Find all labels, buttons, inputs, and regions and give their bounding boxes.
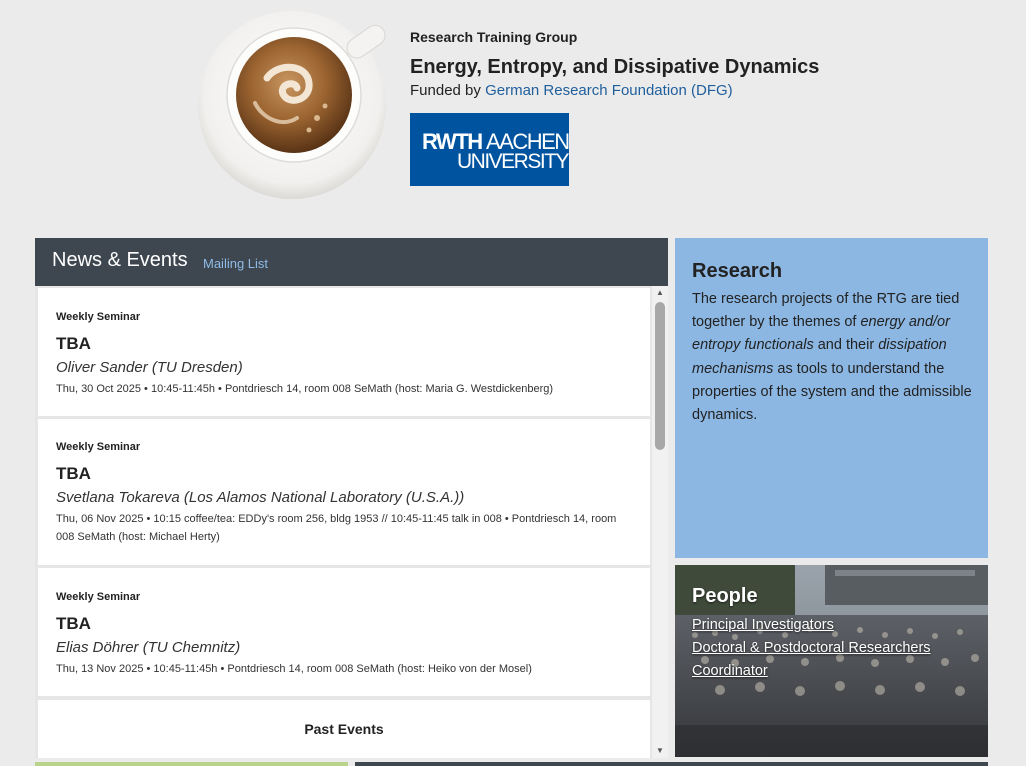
people-panel[interactable]: People Principal Investigators Doctoral … — [675, 565, 988, 757]
rwth-logo-graphic: RWTH AACHEN UNIVERSITY — [422, 129, 569, 173]
principal-investigators-link[interactable]: Principal Investigators — [692, 617, 834, 633]
svg-text:UNIVERSITY: UNIVERSITY — [457, 150, 569, 173]
mailing-list-link[interactable]: Mailing List — [203, 256, 268, 271]
event-item[interactable]: Weekly Seminar TBA Svetlana Tokareva (Lo… — [38, 419, 650, 565]
research-text-part: and their — [813, 337, 879, 354]
dfg-link[interactable]: German Research Foundation (DFG) — [485, 82, 733, 99]
site-title[interactable]: Energy, Entropy, and Dissipative Dynamic… — [410, 55, 819, 79]
news-header: News & Events Mailing List — [35, 238, 668, 286]
site-header: Research Training Group Energy, Entropy,… — [410, 28, 819, 100]
event-type: Weekly Seminar — [56, 441, 141, 453]
event-speaker: Elias Döhrer (TU Chemnitz) — [56, 639, 241, 656]
research-title[interactable]: Research — [692, 260, 782, 283]
scroll-down-arrow-icon[interactable]: ▼ — [652, 744, 668, 758]
coffee-cup-logo[interactable] — [197, 8, 390, 200]
event-details: Thu, 30 Oct 2025 • 10:45-11:45h • Pontdr… — [56, 383, 554, 395]
past-events-label: Past Events — [304, 721, 384, 737]
news-scrollbar[interactable]: ▲ ▼ — [652, 286, 668, 758]
bottom-panel-green — [35, 762, 348, 766]
event-item[interactable]: Weekly Seminar TBA Elias Döhrer (TU Chem… — [38, 568, 650, 696]
rwth-logo[interactable]: RWTH AACHEN UNIVERSITY — [410, 113, 569, 186]
event-item[interactable]: Weekly Seminar TBA Oliver Sander (TU Dre… — [38, 288, 650, 416]
coordinator-link[interactable]: Coordinator — [692, 663, 768, 679]
researchers-link[interactable]: Doctoral & Postdoctoral Researchers — [692, 640, 931, 656]
group-label: Research Training Group — [410, 29, 578, 45]
people-title[interactable]: People — [692, 585, 758, 608]
event-type: Weekly Seminar — [56, 591, 141, 603]
research-description: The research projects of the RTG are tie… — [692, 288, 975, 427]
event-details: Thu, 06 Nov 2025 • 10:15 coffee/tea: EDD… — [56, 513, 617, 543]
event-details: Thu, 13 Nov 2025 • 10:45-11:45h • Pontdr… — [56, 663, 532, 675]
news-list[interactable]: Weekly Seminar TBA Oliver Sander (TU Dre… — [35, 286, 668, 758]
event-speaker: Svetlana Tokareva (Los Alamos National L… — [56, 489, 465, 506]
event-speaker: Oliver Sander (TU Dresden) — [56, 359, 243, 376]
bottom-panel-dark — [355, 762, 988, 766]
event-type: Weekly Seminar — [56, 311, 141, 323]
research-panel[interactable]: Research The research projects of the RT… — [675, 238, 988, 558]
funded-prefix: Funded by — [410, 82, 481, 99]
event-title[interactable]: TBA — [56, 464, 91, 484]
past-events-link[interactable]: Past Events — [38, 700, 650, 758]
scroll-thumb[interactable] — [655, 302, 665, 450]
event-title[interactable]: TBA — [56, 614, 91, 634]
event-title[interactable]: TBA — [56, 334, 91, 354]
scroll-up-arrow-icon[interactable]: ▲ — [652, 286, 668, 300]
funded-line: Funded by German Research Foundation (DF… — [410, 82, 819, 100]
news-title: News & Events — [52, 249, 188, 271]
